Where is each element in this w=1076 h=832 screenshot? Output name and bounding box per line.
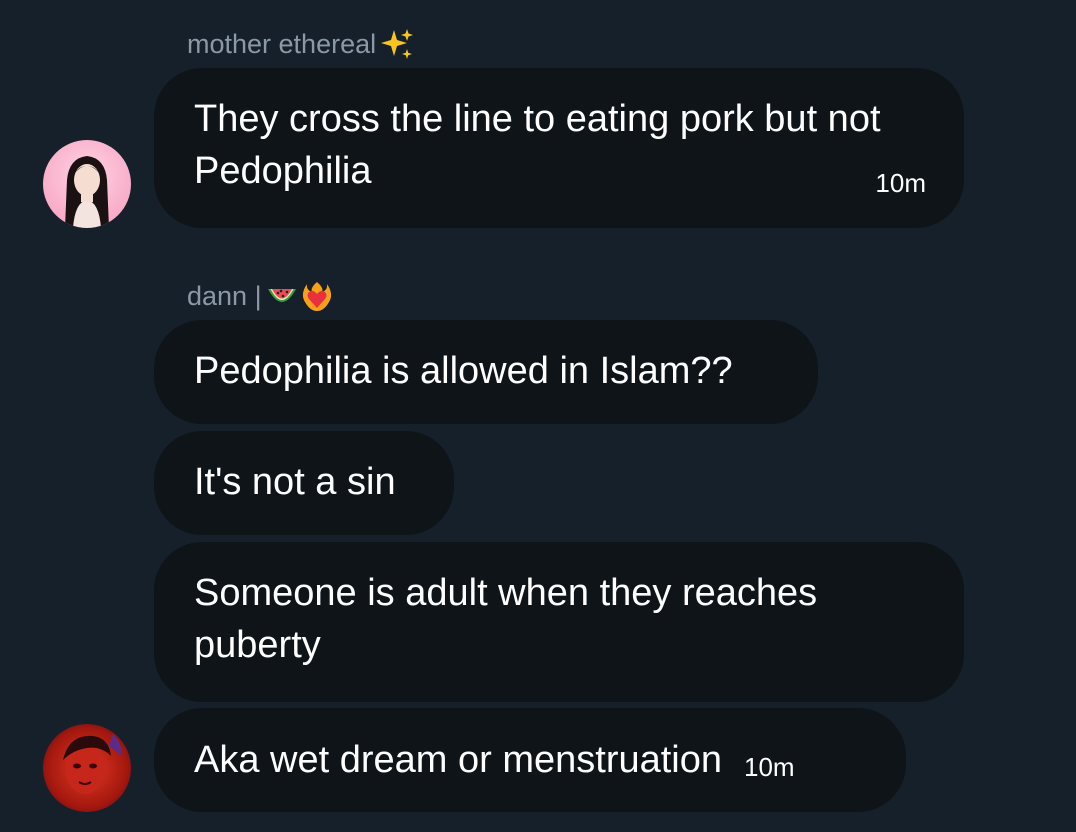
sender-name-row: dann | bbox=[187, 280, 332, 312]
heart-on-fire-icon bbox=[302, 280, 332, 312]
dm-conversation: mother ethereal They cross the line to e… bbox=[0, 0, 1076, 832]
message-bubble[interactable]: Someone is adult when they reaches puber… bbox=[154, 542, 964, 702]
message-bubble[interactable]: It's not a sin bbox=[154, 431, 454, 535]
message-text: It's not a sin bbox=[194, 461, 396, 503]
message-bubble[interactable]: They cross the line to eating pork but n… bbox=[154, 68, 964, 228]
sender-name: dann | bbox=[187, 281, 262, 311]
profile-photo-icon bbox=[43, 724, 131, 812]
avatar[interactable] bbox=[43, 724, 131, 812]
message-text: They cross the line to eating pork but n… bbox=[194, 98, 881, 192]
message-timestamp: 10m bbox=[875, 168, 926, 198]
message-text: Pedophilia is allowed in Islam?? bbox=[194, 350, 733, 392]
watermelon-icon bbox=[266, 281, 298, 311]
sender-name: mother ethereal bbox=[187, 29, 377, 59]
message-text: Aka wet dream or menstruation bbox=[194, 739, 723, 781]
sender-name-row: mother ethereal bbox=[187, 27, 414, 61]
message-text: Someone is adult when they reaches puber… bbox=[194, 572, 818, 666]
message-timestamp: 10m bbox=[744, 752, 795, 782]
message-bubble[interactable]: Aka wet dream or menstruation 10m bbox=[154, 708, 906, 812]
sparkles-icon bbox=[380, 27, 414, 61]
message-bubble[interactable]: Pedophilia is allowed in Islam?? bbox=[154, 320, 818, 424]
profile-photo-icon bbox=[43, 140, 131, 228]
avatar[interactable] bbox=[43, 140, 131, 228]
